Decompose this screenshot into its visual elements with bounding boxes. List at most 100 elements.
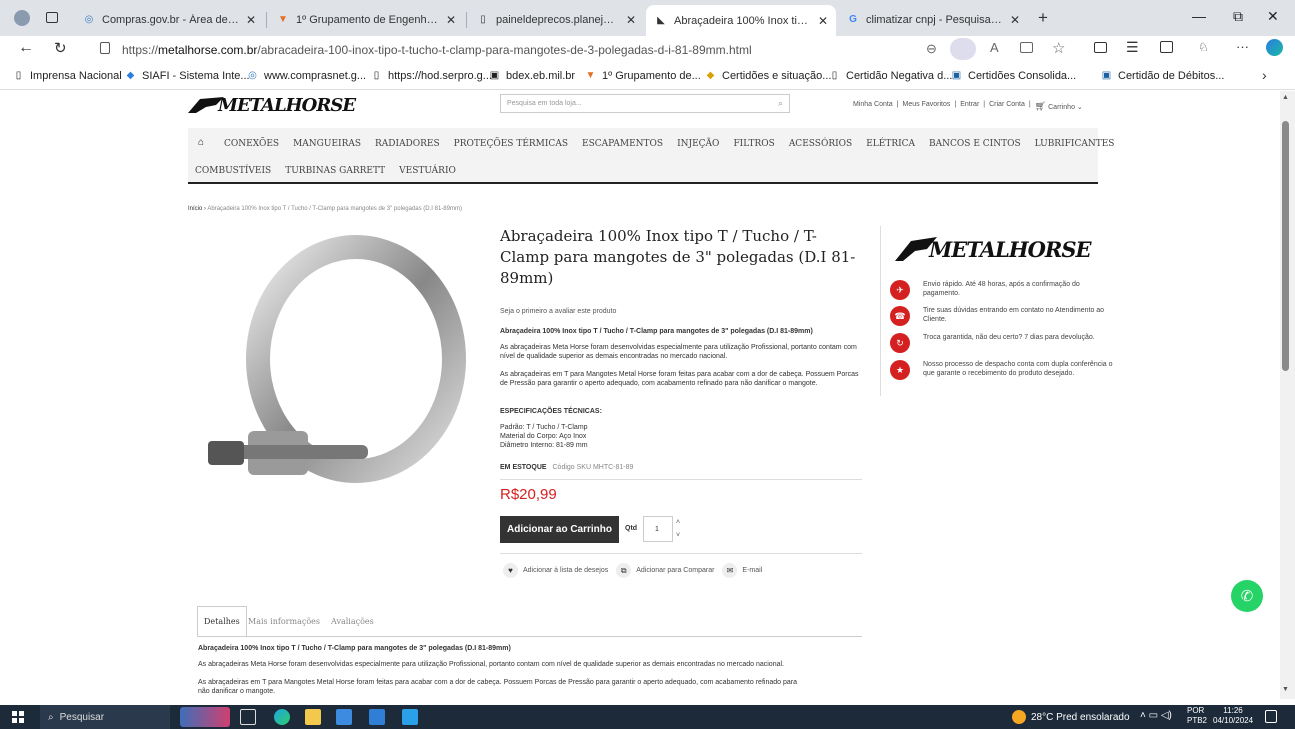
more-menu-icon[interactable]: ··· [1236,39,1249,54]
bookmark-3[interactable]: ▯ https://hod.serpro.g... [370,69,492,82]
clock[interactable]: 11:26 04/10/2024 [1213,706,1253,726]
review-link[interactable]: Seja o primeiro a avaliar este produto [500,308,616,315]
bookmark-2[interactable]: ◎ www.comprasnet.g... [246,69,366,82]
compare-icon[interactable]: ⧉ [616,563,632,578]
email-link[interactable]: E-mail [742,567,762,574]
menu-item-4[interactable]: ESCAPAMENTOS [582,139,663,149]
collections-icon[interactable] [1160,41,1173,53]
bookmark-5[interactable]: ▼ 1º Grupamento de... [584,69,701,82]
new-tab-button[interactable]: + [1038,8,1048,28]
menu-item-8[interactable]: ELÉTRICA [866,139,915,149]
site-logo[interactable]: METALHORSE [186,93,356,117]
home-icon[interactable]: ⌂ [198,137,204,148]
tab-grupamento[interactable]: ▼ 1º Grupamento de Engenharia ✕ [268,7,464,32]
email-icon[interactable]: ✉ [722,563,738,578]
tab-compras[interactable]: ◎ Compras.gov.br - Área de Trabalh✕ [74,7,264,32]
tab-google[interactable]: G climatizar cnpj - Pesquisa Google✕ [838,7,1028,32]
lock-icon[interactable] [100,42,110,54]
link-entrar[interactable]: Entrar [960,101,979,112]
menu-item-9[interactable]: BANCOS E CINTOS [929,139,1021,149]
menu-item-7[interactable]: ACESSÓRIOS [789,139,852,149]
tab-metalhorse[interactable]: ◣ Abraçadeira 100% Inox tipo T / Tu✕ [646,5,836,36]
extension-icon[interactable]: ♘ [1198,40,1209,54]
bookmark-4[interactable]: ▣ bdex.eb.mil.br [488,69,575,82]
clamp-illustration [208,235,466,483]
whatsapp-button[interactable]: ✆ [1231,580,1263,612]
scroll-down-icon[interactable]: ▼ [1282,686,1289,693]
scrollbar-thumb[interactable] [1282,121,1289,371]
link-favoritos[interactable]: Meus Favoritos [903,101,951,112]
bookmark-9[interactable]: ▣ Certidão de Débitos... [1100,69,1225,82]
close-icon[interactable]: ✕ [246,13,256,27]
tab-detalhes[interactable]: Detalhes [197,606,247,636]
language-indicator[interactable]: POR PTB2 [1187,706,1207,726]
bookmark-1[interactable]: ◆ SIAFI - Sistema Inte... [124,69,250,82]
breadcrumb-home[interactable]: Início [188,206,202,212]
store-icon[interactable] [336,709,352,725]
search-input[interactable]: Pesquisa em toda loja... ⌕ [500,94,790,113]
menu-item-1[interactable]: MANGUEIRAS [293,139,361,149]
refresh-button[interactable]: ↻ [54,39,67,57]
scroll-up-icon[interactable]: ▲ [1282,94,1289,101]
bookmark-0[interactable]: ▯ Imprensa Nacional [12,69,122,82]
close-icon[interactable]: ✕ [818,14,828,28]
cart-link[interactable]: 🛒︎ Carrinho ⌄ [1035,101,1083,112]
qty-input[interactable]: 1 [643,516,673,542]
bookmark-8[interactable]: ▣ Certidões Consolida... [950,69,1076,82]
minimize-button[interactable]: — [1192,8,1206,24]
favorites-icon[interactable]: ☰ [1126,39,1139,56]
close-window-button[interactable]: ✕ [1267,8,1279,25]
widgets-icon[interactable] [180,707,230,727]
back-button[interactable]: ← [18,39,34,57]
immersive-reader-icon[interactable] [1020,42,1033,53]
close-icon[interactable]: ✕ [626,13,636,27]
link-criar-conta[interactable]: Criar Conta [989,101,1025,112]
compare-link[interactable]: Adicionar para Comparar [636,567,714,574]
favorite-star-icon[interactable]: ☆ [1052,39,1065,57]
mail-icon[interactable] [369,709,385,725]
restore-button[interactable]: ⧉ [1233,8,1243,25]
menu-item-0[interactable]: CONEXÕES [224,139,279,149]
tab-avaliacoes[interactable]: Avaliações [331,617,374,626]
search-icon[interactable]: ⌕ [778,98,783,109]
bookmark-7[interactable]: ▯ Certidão Negativa d... [828,69,953,82]
file-explorer-icon[interactable] [305,709,321,725]
bookmarks-more-icon[interactable]: › [1262,67,1267,83]
menu-item-2[interactable]: RADIADORES [375,139,440,149]
task-view-icon[interactable] [240,709,256,725]
menu-item-3[interactable]: PROTEÇÕES TÉRMICAS [454,139,568,149]
url-field[interactable]: https://metalhorse.com.br/abracadeira-10… [122,38,942,62]
notifications-icon[interactable] [1265,710,1277,723]
profile-icon[interactable] [14,10,30,26]
qty-stepper[interactable]: ˄ ˅ [676,516,680,542]
menu-item-5[interactable]: INJEÇÃO [677,139,719,149]
actions-divider [500,553,862,554]
weather-widget[interactable]: 28°C Pred ensolarado [1012,710,1130,724]
copilot-icon[interactable] [1266,39,1283,56]
start-button[interactable] [12,711,24,723]
edge-icon[interactable] [274,709,290,725]
tracking-prevention-icon[interactable] [950,38,976,60]
menu2-item-2[interactable]: VESTUÁRIO [399,166,456,176]
tray-icons[interactable]: ˄ ▭ ◁) [1140,710,1172,721]
read-aloud-icon[interactable]: A [990,40,999,55]
zoom-icon[interactable]: ⊖ [926,41,937,57]
bookmark-6[interactable]: ◆ Certidões e situação... [704,69,832,82]
taskbar-search[interactable]: ⌕ Pesquisar [40,705,170,729]
tab-mais-informacoes[interactable]: Mais informações [248,617,320,626]
close-icon[interactable]: ✕ [446,13,456,27]
tab-paineldeprecos[interactable]: ▯ paineldeprecos.planejamento.gov✕ [468,7,644,32]
add-to-cart-button[interactable]: Adicionar ao Carrinho [500,516,619,543]
heart-icon[interactable]: ♥ [503,563,518,578]
link-minha-conta[interactable]: Minha Conta [853,101,893,112]
product-image[interactable] [188,231,478,521]
wishlist-link[interactable]: Adicionar à lista de desejos [523,567,608,574]
menu2-item-0[interactable]: COMBUSTÍVEIS [195,166,271,176]
app-icon[interactable] [402,709,418,725]
workspaces-icon[interactable] [46,12,58,23]
menu2-item-1[interactable]: TURBINAS GARRETT [285,166,385,176]
menu-item-6[interactable]: FILTROS [733,139,774,149]
menu-item-10[interactable]: LUBRIFICANTES [1035,139,1115,149]
split-screen-icon[interactable] [1094,42,1107,53]
close-icon[interactable]: ✕ [1010,13,1020,27]
